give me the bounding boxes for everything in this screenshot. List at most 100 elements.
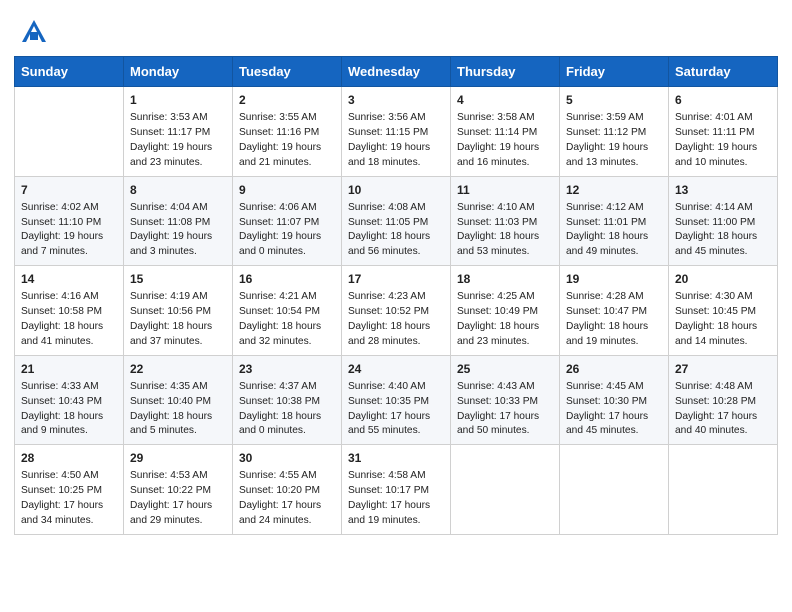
day-info: Sunrise: 4:37 AM Sunset: 10:38 PM Daylig… <box>239 380 335 439</box>
day-info: Sunrise: 3:59 AM Sunset: 11:12 PM Daylig… <box>566 111 662 170</box>
day-number: 2 <box>239 92 335 109</box>
day-info: Sunrise: 4:55 AM Sunset: 10:20 PM Daylig… <box>239 469 335 528</box>
calendar-cell: 1 Sunrise: 3:53 AM Sunset: 11:17 PM Dayli… <box>124 87 233 177</box>
day-info: Sunrise: 3:58 AM Sunset: 11:14 PM Daylig… <box>457 111 553 170</box>
day-number: 31 <box>348 450 444 467</box>
day-info: Sunrise: 4:48 AM Sunset: 10:28 PM Daylig… <box>675 380 771 439</box>
calendar-week-row: 1 Sunrise: 3:53 AM Sunset: 11:17 PM Dayli… <box>15 87 778 177</box>
weekday-header-wednesday: Wednesday <box>342 57 451 87</box>
calendar-week-row: 28 Sunrise: 4:50 AM Sunset: 10:25 PM Dayl… <box>15 445 778 535</box>
day-info: Sunrise: 4:35 AM Sunset: 10:40 PM Daylig… <box>130 380 226 439</box>
day-number: 3 <box>348 92 444 109</box>
calendar-cell: 15 Sunrise: 4:19 AM Sunset: 10:56 PM Dayl… <box>124 266 233 356</box>
day-info: Sunrise: 4:01 AM Sunset: 11:11 PM Daylig… <box>675 111 771 170</box>
day-info: Sunrise: 4:02 AM Sunset: 11:10 PM Daylig… <box>21 201 117 260</box>
calendar-header: SundayMondayTuesdayWednesdayThursdayFrid… <box>15 57 778 87</box>
day-info: Sunrise: 3:55 AM Sunset: 11:16 PM Daylig… <box>239 111 335 170</box>
calendar-cell: 7 Sunrise: 4:02 AM Sunset: 11:10 PM Dayli… <box>15 176 124 266</box>
day-info: Sunrise: 4:53 AM Sunset: 10:22 PM Daylig… <box>130 469 226 528</box>
day-number: 5 <box>566 92 662 109</box>
weekday-header-saturday: Saturday <box>669 57 778 87</box>
weekday-header-friday: Friday <box>560 57 669 87</box>
day-number: 11 <box>457 182 553 199</box>
day-number: 28 <box>21 450 117 467</box>
page-header <box>0 0 792 56</box>
day-info: Sunrise: 4:50 AM Sunset: 10:25 PM Daylig… <box>21 469 117 528</box>
calendar-cell: 3 Sunrise: 3:56 AM Sunset: 11:15 PM Dayli… <box>342 87 451 177</box>
calendar-cell: 27 Sunrise: 4:48 AM Sunset: 10:28 PM Dayl… <box>669 355 778 445</box>
calendar-cell: 5 Sunrise: 3:59 AM Sunset: 11:12 PM Dayli… <box>560 87 669 177</box>
calendar-week-row: 14Sunrise: 4:16 AM Sunset: 10:58 PM Dayl… <box>15 266 778 356</box>
calendar-cell: 16Sunrise: 4:21 AM Sunset: 10:54 PM Dayl… <box>233 266 342 356</box>
day-number: 12 <box>566 182 662 199</box>
day-number: 9 <box>239 182 335 199</box>
day-number: 20 <box>675 271 771 288</box>
calendar-wrapper: SundayMondayTuesdayWednesdayThursdayFrid… <box>0 56 792 549</box>
calendar-cell: 4 Sunrise: 3:58 AM Sunset: 11:14 PM Dayli… <box>451 87 560 177</box>
calendar-cell: 17Sunrise: 4:23 AM Sunset: 10:52 PM Dayl… <box>342 266 451 356</box>
calendar-cell: 26 Sunrise: 4:45 AM Sunset: 10:30 PM Dayl… <box>560 355 669 445</box>
day-info: Sunrise: 4:28 AM Sunset: 10:47 PM Daylig… <box>566 290 662 349</box>
day-info: Sunrise: 4:43 AM Sunset: 10:33 PM Daylig… <box>457 380 553 439</box>
day-number: 21 <box>21 361 117 378</box>
calendar-cell <box>669 445 778 535</box>
calendar-cell: 9Sunrise: 4:06 AM Sunset: 11:07 PM Dayli… <box>233 176 342 266</box>
weekday-header-thursday: Thursday <box>451 57 560 87</box>
calendar-cell: 29 Sunrise: 4:53 AM Sunset: 10:22 PM Dayl… <box>124 445 233 535</box>
day-number: 15 <box>130 271 226 288</box>
weekday-header-monday: Monday <box>124 57 233 87</box>
day-info: Sunrise: 3:56 AM Sunset: 11:15 PM Daylig… <box>348 111 444 170</box>
logo <box>20 18 52 46</box>
day-info: Sunrise: 4:58 AM Sunset: 10:17 PM Daylig… <box>348 469 444 528</box>
day-number: 7 <box>21 182 117 199</box>
day-number: 24 <box>348 361 444 378</box>
logo-icon <box>20 18 48 46</box>
day-info: Sunrise: 4:25 AM Sunset: 10:49 PM Daylig… <box>457 290 553 349</box>
calendar-cell: 30 Sunrise: 4:55 AM Sunset: 10:20 PM Dayl… <box>233 445 342 535</box>
day-info: Sunrise: 4:40 AM Sunset: 10:35 PM Daylig… <box>348 380 444 439</box>
calendar-cell: 22Sunrise: 4:35 AM Sunset: 10:40 PM Dayl… <box>124 355 233 445</box>
day-number: 4 <box>457 92 553 109</box>
day-info: Sunrise: 3:53 AM Sunset: 11:17 PM Daylig… <box>130 111 226 170</box>
day-number: 6 <box>675 92 771 109</box>
day-info: Sunrise: 4:14 AM Sunset: 11:00 PM Daylig… <box>675 201 771 260</box>
day-number: 13 <box>675 182 771 199</box>
calendar-cell: 20Sunrise: 4:30 AM Sunset: 10:45 PM Dayl… <box>669 266 778 356</box>
day-info: Sunrise: 4:16 AM Sunset: 10:58 PM Daylig… <box>21 290 117 349</box>
day-info: Sunrise: 4:04 AM Sunset: 11:08 PM Daylig… <box>130 201 226 260</box>
page-container: SundayMondayTuesdayWednesdayThursdayFrid… <box>0 0 792 549</box>
calendar-cell: 31 Sunrise: 4:58 AM Sunset: 10:17 PM Dayl… <box>342 445 451 535</box>
weekday-header-row: SundayMondayTuesdayWednesdayThursdayFrid… <box>15 57 778 87</box>
calendar-cell: 28 Sunrise: 4:50 AM Sunset: 10:25 PM Dayl… <box>15 445 124 535</box>
day-info: Sunrise: 4:08 AM Sunset: 11:05 PM Daylig… <box>348 201 444 260</box>
calendar-cell: 14Sunrise: 4:16 AM Sunset: 10:58 PM Dayl… <box>15 266 124 356</box>
day-number: 8 <box>130 182 226 199</box>
day-number: 27 <box>675 361 771 378</box>
calendar-cell: 6 Sunrise: 4:01 AM Sunset: 11:11 PM Dayli… <box>669 87 778 177</box>
calendar-cell: 8 Sunrise: 4:04 AM Sunset: 11:08 PM Dayli… <box>124 176 233 266</box>
day-number: 1 <box>130 92 226 109</box>
day-info: Sunrise: 4:12 AM Sunset: 11:01 PM Daylig… <box>566 201 662 260</box>
day-number: 18 <box>457 271 553 288</box>
calendar-cell: 18 Sunrise: 4:25 AM Sunset: 10:49 PM Dayl… <box>451 266 560 356</box>
day-number: 10 <box>348 182 444 199</box>
day-number: 29 <box>130 450 226 467</box>
calendar-cell: 12 Sunrise: 4:12 AM Sunset: 11:01 PM Dayl… <box>560 176 669 266</box>
calendar-week-row: 21 Sunrise: 4:33 AM Sunset: 10:43 PM Dayl… <box>15 355 778 445</box>
calendar-table: SundayMondayTuesdayWednesdayThursdayFrid… <box>14 56 778 535</box>
day-number: 26 <box>566 361 662 378</box>
day-info: Sunrise: 4:45 AM Sunset: 10:30 PM Daylig… <box>566 380 662 439</box>
day-info: Sunrise: 4:33 AM Sunset: 10:43 PM Daylig… <box>21 380 117 439</box>
day-number: 16 <box>239 271 335 288</box>
calendar-cell <box>451 445 560 535</box>
day-info: Sunrise: 4:10 AM Sunset: 11:03 PM Daylig… <box>457 201 553 260</box>
day-info: Sunrise: 4:19 AM Sunset: 10:56 PM Daylig… <box>130 290 226 349</box>
day-number: 17 <box>348 271 444 288</box>
weekday-header-sunday: Sunday <box>15 57 124 87</box>
calendar-cell: 11 Sunrise: 4:10 AM Sunset: 11:03 PM Dayl… <box>451 176 560 266</box>
calendar-cell: 21 Sunrise: 4:33 AM Sunset: 10:43 PM Dayl… <box>15 355 124 445</box>
day-number: 30 <box>239 450 335 467</box>
calendar-body: 1 Sunrise: 3:53 AM Sunset: 11:17 PM Dayli… <box>15 87 778 535</box>
calendar-cell <box>560 445 669 535</box>
day-number: 23 <box>239 361 335 378</box>
